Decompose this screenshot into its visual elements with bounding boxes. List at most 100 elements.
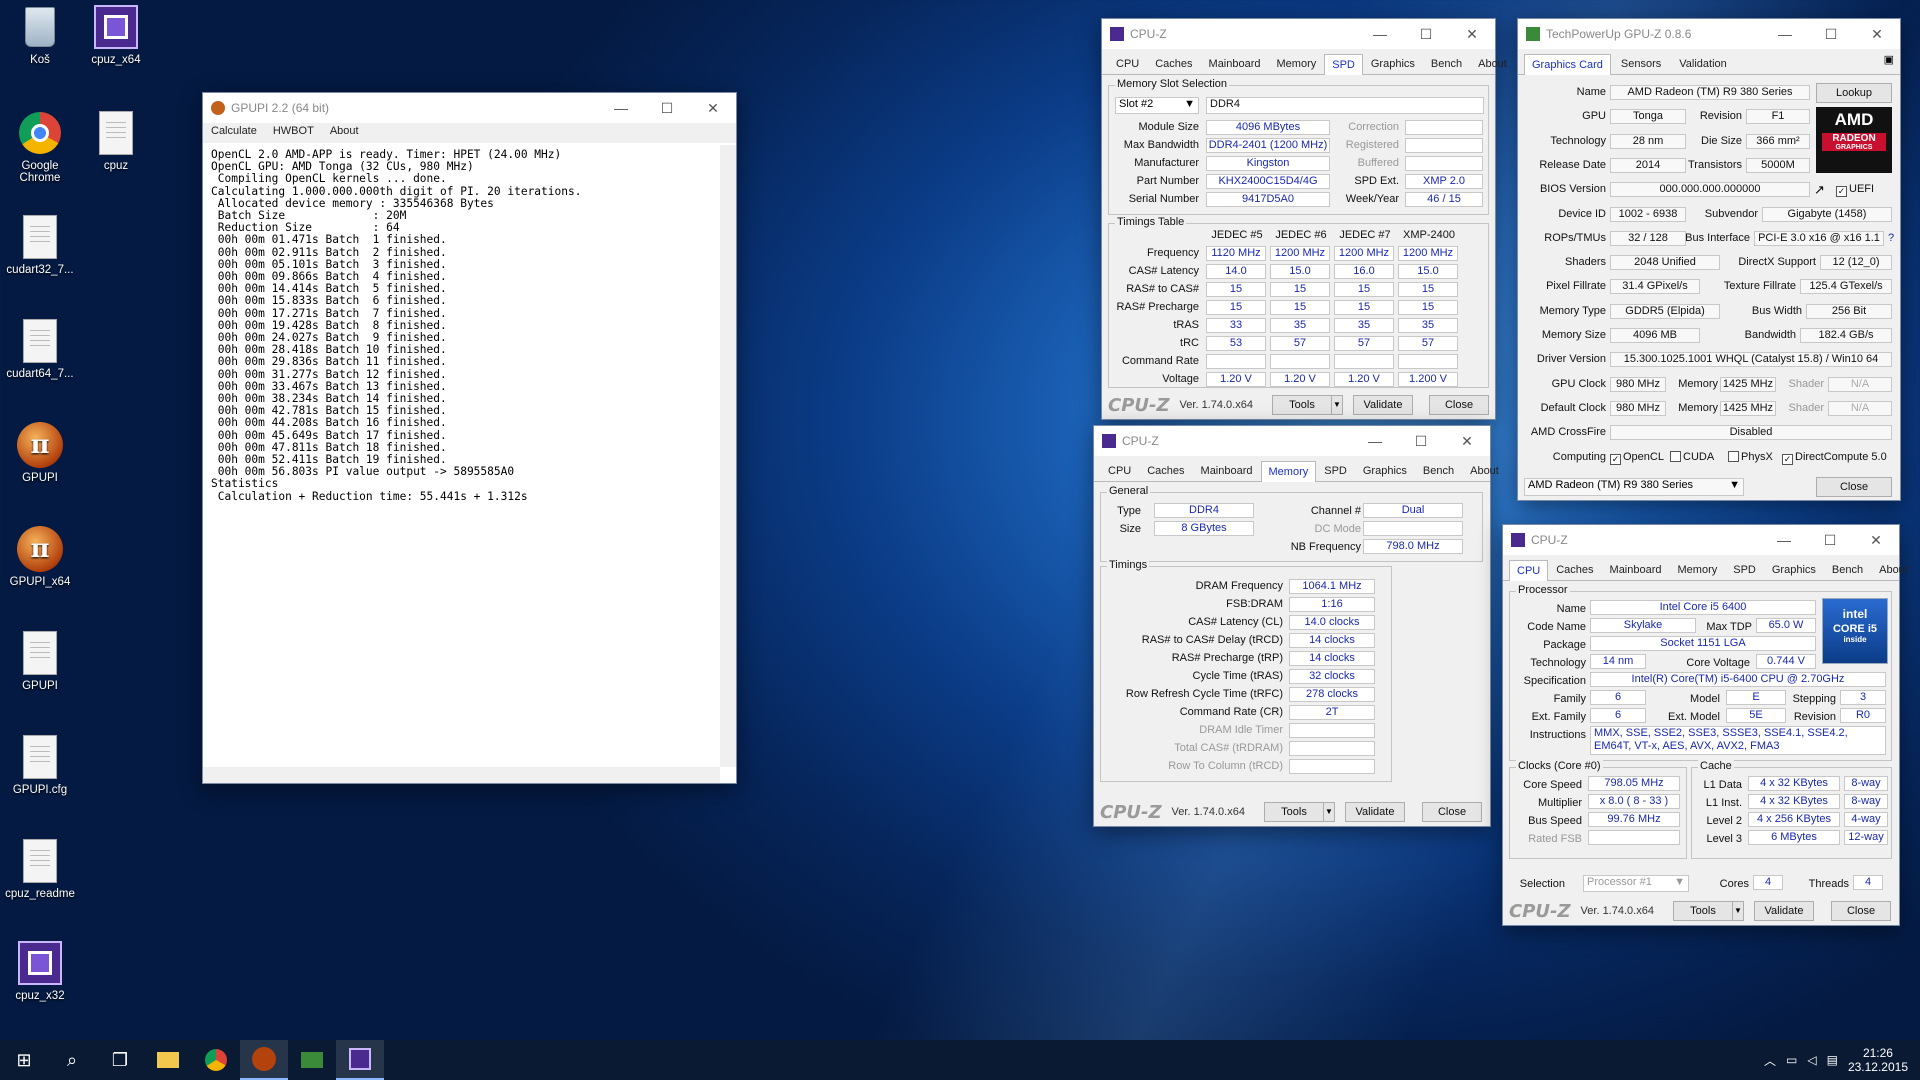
cpuz-titlebar[interactable]: CPU-Z — ☐ ✕ bbox=[1094, 426, 1490, 456]
gpupi-taskbar-icon[interactable] bbox=[240, 1040, 288, 1080]
maximize-button[interactable]: ☐ bbox=[1807, 532, 1853, 549]
maximize-button[interactable]: ☐ bbox=[644, 100, 690, 117]
volume-icon[interactable]: ◁ bbox=[1807, 1053, 1816, 1067]
desktop-icon[interactable]: cudart64_7... bbox=[0, 318, 80, 380]
tab-caches[interactable]: Caches bbox=[1147, 53, 1200, 74]
tab-bench[interactable]: Bench bbox=[1423, 53, 1470, 74]
vertical-scrollbar[interactable] bbox=[720, 145, 736, 767]
uefi-checkbox[interactable]: ✓ UEFI bbox=[1836, 183, 1874, 198]
tab-about[interactable]: About bbox=[1871, 559, 1916, 580]
validate-button[interactable]: Validate bbox=[1754, 901, 1814, 921]
menu-about[interactable]: About bbox=[330, 125, 359, 141]
tab-spd[interactable]: SPD bbox=[1725, 559, 1764, 580]
tab-cpu[interactable]: CPU bbox=[1100, 460, 1139, 481]
share-icon[interactable]: ↗ bbox=[1814, 182, 1825, 198]
tab-graphics[interactable]: Graphics bbox=[1363, 53, 1423, 74]
tab-cpu[interactable]: CPU bbox=[1108, 53, 1147, 74]
close-button[interactable]: ✕ bbox=[1854, 26, 1900, 43]
windows-start-icon[interactable]: ⊞ bbox=[0, 1040, 48, 1080]
physx-checkbox[interactable]: PhysX bbox=[1728, 450, 1773, 463]
cuda-checkbox[interactable]: CUDA bbox=[1670, 450, 1714, 463]
tab-about[interactable]: About bbox=[1462, 460, 1507, 481]
tab-graphics[interactable]: Graphics bbox=[1355, 460, 1415, 481]
validate-button[interactable]: Validate bbox=[1353, 395, 1413, 415]
chrome-icon[interactable] bbox=[192, 1040, 240, 1080]
tab-mainboard[interactable]: Mainboard bbox=[1193, 460, 1261, 481]
menu-calculate[interactable]: Calculate bbox=[211, 125, 257, 141]
tools-button[interactable]: Tools bbox=[1272, 395, 1332, 415]
desktop-icon[interactable]: GPUPI bbox=[0, 630, 80, 692]
desktop-icon[interactable]: cpuz_x64 bbox=[76, 4, 156, 66]
tools-button[interactable]: Tools bbox=[1673, 901, 1733, 921]
gpuz-titlebar[interactable]: TechPowerUp GPU-Z 0.8.6 — ☐ ✕ bbox=[1518, 19, 1900, 49]
camera-icon[interactable]: ▣ bbox=[1884, 53, 1894, 74]
clock[interactable]: 21:26 23.12.2015 bbox=[1848, 1046, 1908, 1074]
cpuz-taskbar-icon[interactable] bbox=[336, 1040, 384, 1080]
minimize-button[interactable]: — bbox=[1761, 532, 1807, 549]
close-button[interactable]: ✕ bbox=[1853, 532, 1899, 549]
tab-mainboard[interactable]: Mainboard bbox=[1602, 559, 1670, 580]
gpu-select[interactable]: AMD Radeon (TM) R9 380 Series ▼ bbox=[1524, 477, 1744, 496]
tools-dropdown[interactable]: ▼ bbox=[1732, 901, 1744, 921]
file-explorer-icon[interactable] bbox=[144, 1040, 192, 1080]
maximize-button[interactable]: ☐ bbox=[1398, 433, 1444, 450]
maximize-button[interactable]: ☐ bbox=[1403, 26, 1449, 43]
tab-about[interactable]: About bbox=[1470, 53, 1515, 74]
search-icon[interactable]: ⌕ bbox=[48, 1040, 96, 1080]
close-button[interactable]: Close bbox=[1422, 802, 1482, 822]
close-button[interactable]: Close bbox=[1831, 901, 1891, 921]
tab-spd[interactable]: SPD bbox=[1324, 54, 1363, 75]
tab-spd[interactable]: SPD bbox=[1316, 460, 1355, 481]
tab-validation[interactable]: Validation bbox=[1671, 53, 1735, 74]
desktop-icon[interactable]: Google Chrome bbox=[0, 110, 80, 184]
tab-caches[interactable]: Caches bbox=[1139, 460, 1192, 481]
tray-expand-icon[interactable]: ︿ bbox=[1764, 1052, 1776, 1069]
close-button[interactable]: ✕ bbox=[1449, 26, 1495, 43]
slot-select[interactable]: Slot #2 ▼ bbox=[1115, 97, 1199, 114]
tools-button[interactable]: Tools bbox=[1264, 802, 1324, 822]
tools-dropdown[interactable]: ▼ bbox=[1323, 802, 1335, 822]
tab-bench[interactable]: Bench bbox=[1824, 559, 1871, 580]
tools-dropdown[interactable]: ▼ bbox=[1331, 395, 1343, 415]
minimize-button[interactable]: — bbox=[1352, 433, 1398, 450]
tab-cpu[interactable]: CPU bbox=[1509, 560, 1549, 581]
desktop-icon[interactable]: cpuz_x32 bbox=[0, 940, 80, 1002]
tab-memory[interactable]: Memory bbox=[1670, 559, 1726, 580]
horizontal-scrollbar[interactable] bbox=[203, 767, 720, 783]
minimize-button[interactable]: — bbox=[1357, 26, 1403, 43]
lookup-button[interactable]: Lookup bbox=[1816, 83, 1892, 103]
cpuz-titlebar[interactable]: CPU-Z — ☐ ✕ bbox=[1102, 19, 1495, 49]
processor-select[interactable]: Processor #1 ▼ bbox=[1583, 875, 1689, 892]
gpuz-taskbar-icon[interactable] bbox=[288, 1040, 336, 1080]
close-button[interactable]: ✕ bbox=[1444, 433, 1490, 450]
desktop-icon[interactable]: cudart32_7... bbox=[0, 214, 80, 276]
maximize-button[interactable]: ☐ bbox=[1808, 26, 1854, 43]
help-icon[interactable]: ? bbox=[1888, 232, 1894, 244]
dcomp-checkbox[interactable]: ✓ DirectCompute 5.0 bbox=[1782, 451, 1887, 465]
tab-caches[interactable]: Caches bbox=[1548, 559, 1601, 580]
close-button[interactable]: ✕ bbox=[690, 100, 736, 117]
cpuz-titlebar[interactable]: CPU-Z — ☐ ✕ bbox=[1503, 525, 1899, 555]
desktop-icon[interactable]: cpuz_readme bbox=[0, 838, 80, 900]
menu-hwbot[interactable]: HWBOT bbox=[273, 125, 314, 141]
tab-bench[interactable]: Bench bbox=[1415, 460, 1462, 481]
desktop-icon[interactable]: π GPUPI_x64 bbox=[0, 526, 80, 588]
tab-mainboard[interactable]: Mainboard bbox=[1201, 53, 1269, 74]
desktop-icon[interactable]: cpuz bbox=[76, 110, 156, 172]
minimize-button[interactable]: — bbox=[598, 100, 644, 117]
close-button[interactable]: Close bbox=[1816, 476, 1892, 497]
task-view-icon[interactable]: ❐ bbox=[96, 1040, 144, 1080]
notifications-icon[interactable]: ▤ bbox=[1827, 1053, 1838, 1067]
desktop-icon[interactable]: π GPUPI bbox=[0, 422, 80, 484]
minimize-button[interactable]: — bbox=[1762, 26, 1808, 43]
gpupi-titlebar[interactable]: GPUPI 2.2 (64 bit) — ☐ ✕ bbox=[203, 93, 736, 123]
tab-graphics[interactable]: Graphics bbox=[1764, 559, 1824, 580]
tab-memory[interactable]: Memory bbox=[1260, 461, 1317, 482]
desktop-icon[interactable]: Koš bbox=[0, 4, 80, 66]
tab-memory[interactable]: Memory bbox=[1269, 53, 1325, 74]
validate-button[interactable]: Validate bbox=[1345, 802, 1405, 822]
network-icon[interactable]: ▭ bbox=[1786, 1053, 1797, 1067]
tab-sensors[interactable]: Sensors bbox=[1613, 53, 1669, 74]
desktop-icon[interactable]: GPUPI.cfg bbox=[0, 734, 80, 796]
close-button[interactable]: Close bbox=[1429, 395, 1489, 415]
